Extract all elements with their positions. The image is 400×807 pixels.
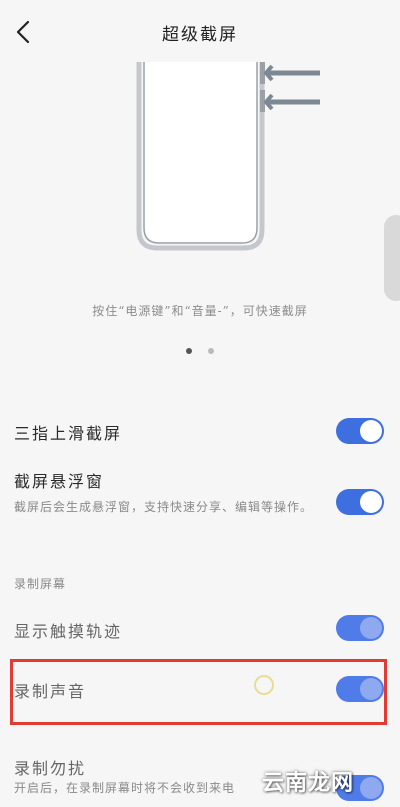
watermark: 云南龙网 [262, 771, 355, 796]
floating-window-toggle[interactable] [336, 489, 384, 515]
page-dot[interactable] [207, 348, 214, 354]
setting-title: 截屏悬浮窗 [14, 472, 105, 491]
setting-row-floating-window[interactable]: 截屏悬浮窗 截屏后会生成悬浮窗，支持快速分享、编辑等操作。 [0, 460, 400, 552]
touch-trail-toggle[interactable] [336, 615, 384, 641]
arrow-left-icon [263, 93, 320, 111]
page-title: 超级截屏 [162, 25, 238, 45]
highlight-annotation [10, 659, 387, 725]
toggle-knob [360, 777, 382, 799]
setting-description: 截屏后会生成悬浮窗，支持快速分享、编辑等操作。 [14, 500, 314, 514]
section-header-screen-record: 录制屏幕 [14, 577, 67, 591]
toggle-knob [360, 491, 382, 513]
toggle-knob [360, 420, 382, 442]
three-finger-toggle[interactable] [336, 418, 384, 444]
setting-title: 显示触摸轨迹 [14, 622, 123, 641]
setting-row-three-finger[interactable]: 三指上滑截屏 [0, 400, 400, 460]
side-drawer-handle[interactable] [384, 215, 400, 301]
arrow-left-icon [263, 64, 320, 82]
toggle-knob [360, 617, 382, 639]
page-indicator [0, 339, 400, 354]
setting-title: 录制勿扰 [14, 759, 87, 778]
touch-indicator [254, 675, 274, 695]
phone-illustration [136, 62, 320, 251]
illustration-caption: 按住“电源键”和“音量-”，可快速截屏 [92, 304, 308, 318]
top-bar: 超级截屏 [0, 0, 400, 62]
setting-row-touch-trail[interactable]: 显示触摸轨迹 [0, 600, 400, 660]
page-dot-active[interactable] [186, 348, 193, 354]
setting-title: 三指上滑截屏 [14, 424, 123, 443]
